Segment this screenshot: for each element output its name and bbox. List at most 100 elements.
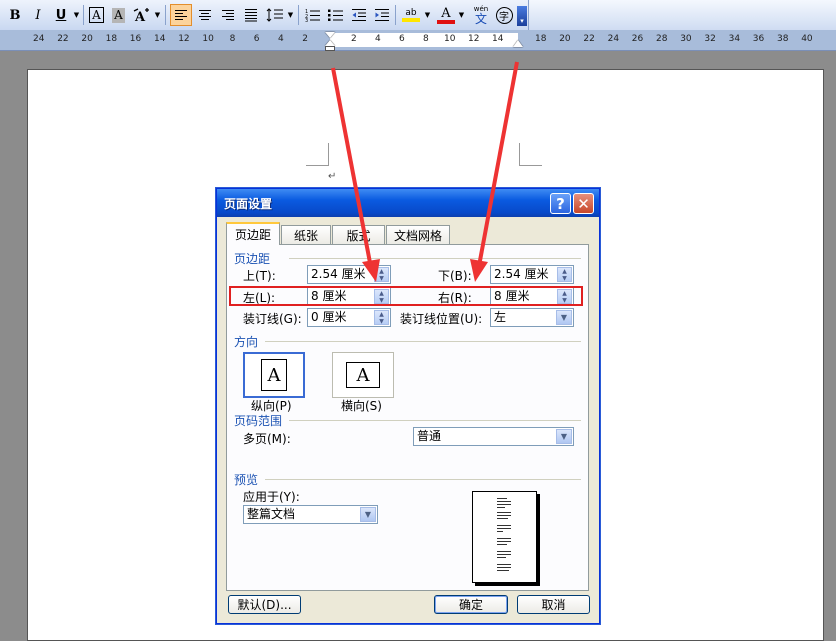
ruler-number: 12 bbox=[178, 34, 190, 44]
char-shading-glyph: A bbox=[112, 7, 125, 23]
right-indent-marker[interactable] bbox=[513, 40, 523, 47]
tab-paper[interactable]: 纸张 bbox=[281, 225, 331, 244]
ruler-number: 10 bbox=[202, 34, 214, 44]
tab-document-grid[interactable]: 文档网格 bbox=[386, 225, 450, 244]
font-color-dropdown-icon[interactable]: ▼ bbox=[457, 4, 466, 26]
align-left-icon[interactable] bbox=[170, 4, 192, 26]
page-setup-dialog: 页面设置 ? ✕ 页边距 纸张 版式 文档网格 页边距 上(T): 2.54 厘… bbox=[216, 188, 600, 624]
ruler-number: 14 bbox=[154, 34, 166, 44]
paragraph-mark: ↵ bbox=[328, 171, 337, 182]
ruler-number: 24 bbox=[33, 34, 45, 44]
ruler-number: 12 bbox=[468, 34, 480, 44]
ruler-number: 22 bbox=[57, 34, 69, 44]
top-margin-label: 上(T): bbox=[243, 269, 276, 283]
gutter-label: 装订线(G): bbox=[243, 312, 302, 326]
top-margin-spinner[interactable]: ▲ ▼ bbox=[374, 267, 389, 282]
bottom-margin-spinner[interactable]: ▲ ▼ bbox=[557, 267, 572, 282]
section-divider bbox=[265, 479, 581, 480]
ruler-number: 40 bbox=[801, 34, 813, 44]
align-center-glyph bbox=[199, 10, 211, 20]
ok-button[interactable]: 确定 bbox=[434, 595, 508, 614]
bullets-glyph bbox=[328, 9, 343, 21]
underline-dropdown-icon[interactable]: ▼ bbox=[72, 4, 81, 26]
dialog-title: 页面设置 bbox=[224, 197, 273, 211]
tab-margins[interactable]: 页边距 bbox=[226, 222, 280, 245]
cancel-button[interactable]: 取消 bbox=[517, 595, 590, 614]
underline-icon[interactable]: U bbox=[52, 4, 70, 26]
gutter-value: 0 厘米 bbox=[311, 310, 347, 324]
apply-to-label: 应用于(Y): bbox=[243, 490, 300, 504]
font-color-icon[interactable]: A bbox=[436, 4, 456, 26]
chevron-down-icon[interactable]: ▼ bbox=[556, 310, 572, 325]
ruler-number: 4 bbox=[375, 34, 381, 44]
ruler-number: 6 bbox=[399, 34, 405, 44]
ruler-number: 8 bbox=[229, 34, 236, 44]
italic-icon[interactable]: I bbox=[29, 4, 47, 26]
help-button[interactable]: ? bbox=[550, 193, 571, 214]
align-right-icon[interactable] bbox=[218, 4, 238, 26]
default-button[interactable]: 默认(D)... bbox=[228, 595, 301, 614]
first-line-indent-marker[interactable] bbox=[325, 32, 335, 38]
close-button[interactable]: ✕ bbox=[573, 193, 594, 214]
ruler-number: 4 bbox=[278, 34, 284, 44]
phonetic-guide-icon[interactable]: wén 文 bbox=[470, 4, 492, 26]
highlight-icon[interactable]: ab bbox=[400, 4, 422, 26]
section-divider bbox=[265, 341, 581, 342]
multiple-pages-select[interactable]: 普通 ▼ bbox=[413, 427, 574, 446]
ruler-number: 26 bbox=[631, 34, 644, 44]
font-color-bar bbox=[437, 19, 455, 24]
orientation-section-title: 方向 bbox=[234, 335, 259, 349]
decrease-indent-icon[interactable] bbox=[349, 4, 369, 26]
line-spacing-dropdown-icon[interactable]: ▼ bbox=[286, 4, 295, 26]
portrait-icon: A bbox=[261, 359, 287, 391]
line-spacing-icon[interactable] bbox=[264, 4, 286, 26]
toolbar-options-icon[interactable]: ▾ bbox=[517, 6, 527, 26]
char-border-glyph: A bbox=[89, 7, 104, 23]
pages-section-title: 页码范围 bbox=[234, 414, 283, 428]
bold-icon[interactable]: B bbox=[6, 4, 24, 26]
landscape-label: 横向(S) bbox=[341, 399, 382, 413]
top-margin-input[interactable]: 2.54 厘米 ▲ ▼ bbox=[307, 265, 391, 284]
dialog-titlebar[interactable] bbox=[217, 189, 599, 217]
increase-indent-glyph bbox=[375, 9, 389, 21]
increase-indent-icon[interactable] bbox=[372, 4, 392, 26]
ruler-number: 20 bbox=[559, 34, 571, 44]
margins-section-title: 页边距 bbox=[234, 252, 271, 266]
gutter-input[interactable]: 0 厘米 ▲ ▼ bbox=[307, 308, 391, 327]
section-divider bbox=[289, 420, 581, 421]
gutter-position-label: 装订线位置(U): bbox=[400, 312, 483, 326]
apply-to-select[interactable]: 整篇文档 ▼ bbox=[243, 505, 378, 524]
char-scale-dropdown-icon[interactable]: ▼ bbox=[153, 4, 162, 26]
numbering-icon[interactable]: 123 bbox=[303, 4, 323, 26]
toolbar-separator bbox=[298, 5, 299, 25]
ruler-number: 30 bbox=[680, 34, 692, 44]
landscape-option[interactable]: A bbox=[332, 352, 394, 398]
align-center-icon[interactable] bbox=[195, 4, 215, 26]
portrait-glyph: A bbox=[267, 364, 281, 386]
bullets-icon[interactable] bbox=[326, 4, 346, 26]
char-border-icon[interactable]: A bbox=[88, 4, 105, 26]
justify-icon[interactable] bbox=[241, 4, 261, 26]
bottom-margin-input[interactable]: 2.54 厘米 ▲ ▼ bbox=[490, 265, 574, 284]
char-scale-icon[interactable]: A bbox=[132, 4, 152, 26]
ruler-number: 18 bbox=[105, 34, 118, 44]
highlight-dropdown-icon[interactable]: ▼ bbox=[423, 4, 432, 26]
ruler-number: 36 bbox=[752, 34, 765, 44]
ruler-number: 18 bbox=[535, 34, 547, 44]
chevron-down-icon[interactable]: ▼ bbox=[556, 429, 572, 444]
ruler-number: 2 bbox=[351, 34, 357, 44]
char-shading-icon[interactable]: A bbox=[110, 4, 127, 26]
ruler-number: 14 bbox=[492, 34, 504, 44]
portrait-option[interactable]: A bbox=[243, 352, 305, 398]
enclose-char-icon[interactable]: 字 bbox=[494, 4, 514, 26]
bottom-margin-label: 下(B): bbox=[438, 269, 472, 283]
chevron-down-icon[interactable]: ▼ bbox=[360, 507, 376, 522]
align-right-glyph bbox=[222, 10, 234, 20]
gutter-spinner[interactable]: ▲ ▼ bbox=[374, 310, 389, 325]
ruler-number: 8 bbox=[423, 34, 429, 44]
tab-layout[interactable]: 版式 bbox=[332, 225, 385, 244]
highlight-annotation-box bbox=[229, 286, 583, 306]
crop-mark-right bbox=[519, 143, 542, 166]
gutter-position-select[interactable]: 左 ▼ bbox=[490, 308, 574, 327]
enclose-char-glyph: 字 bbox=[495, 6, 513, 24]
